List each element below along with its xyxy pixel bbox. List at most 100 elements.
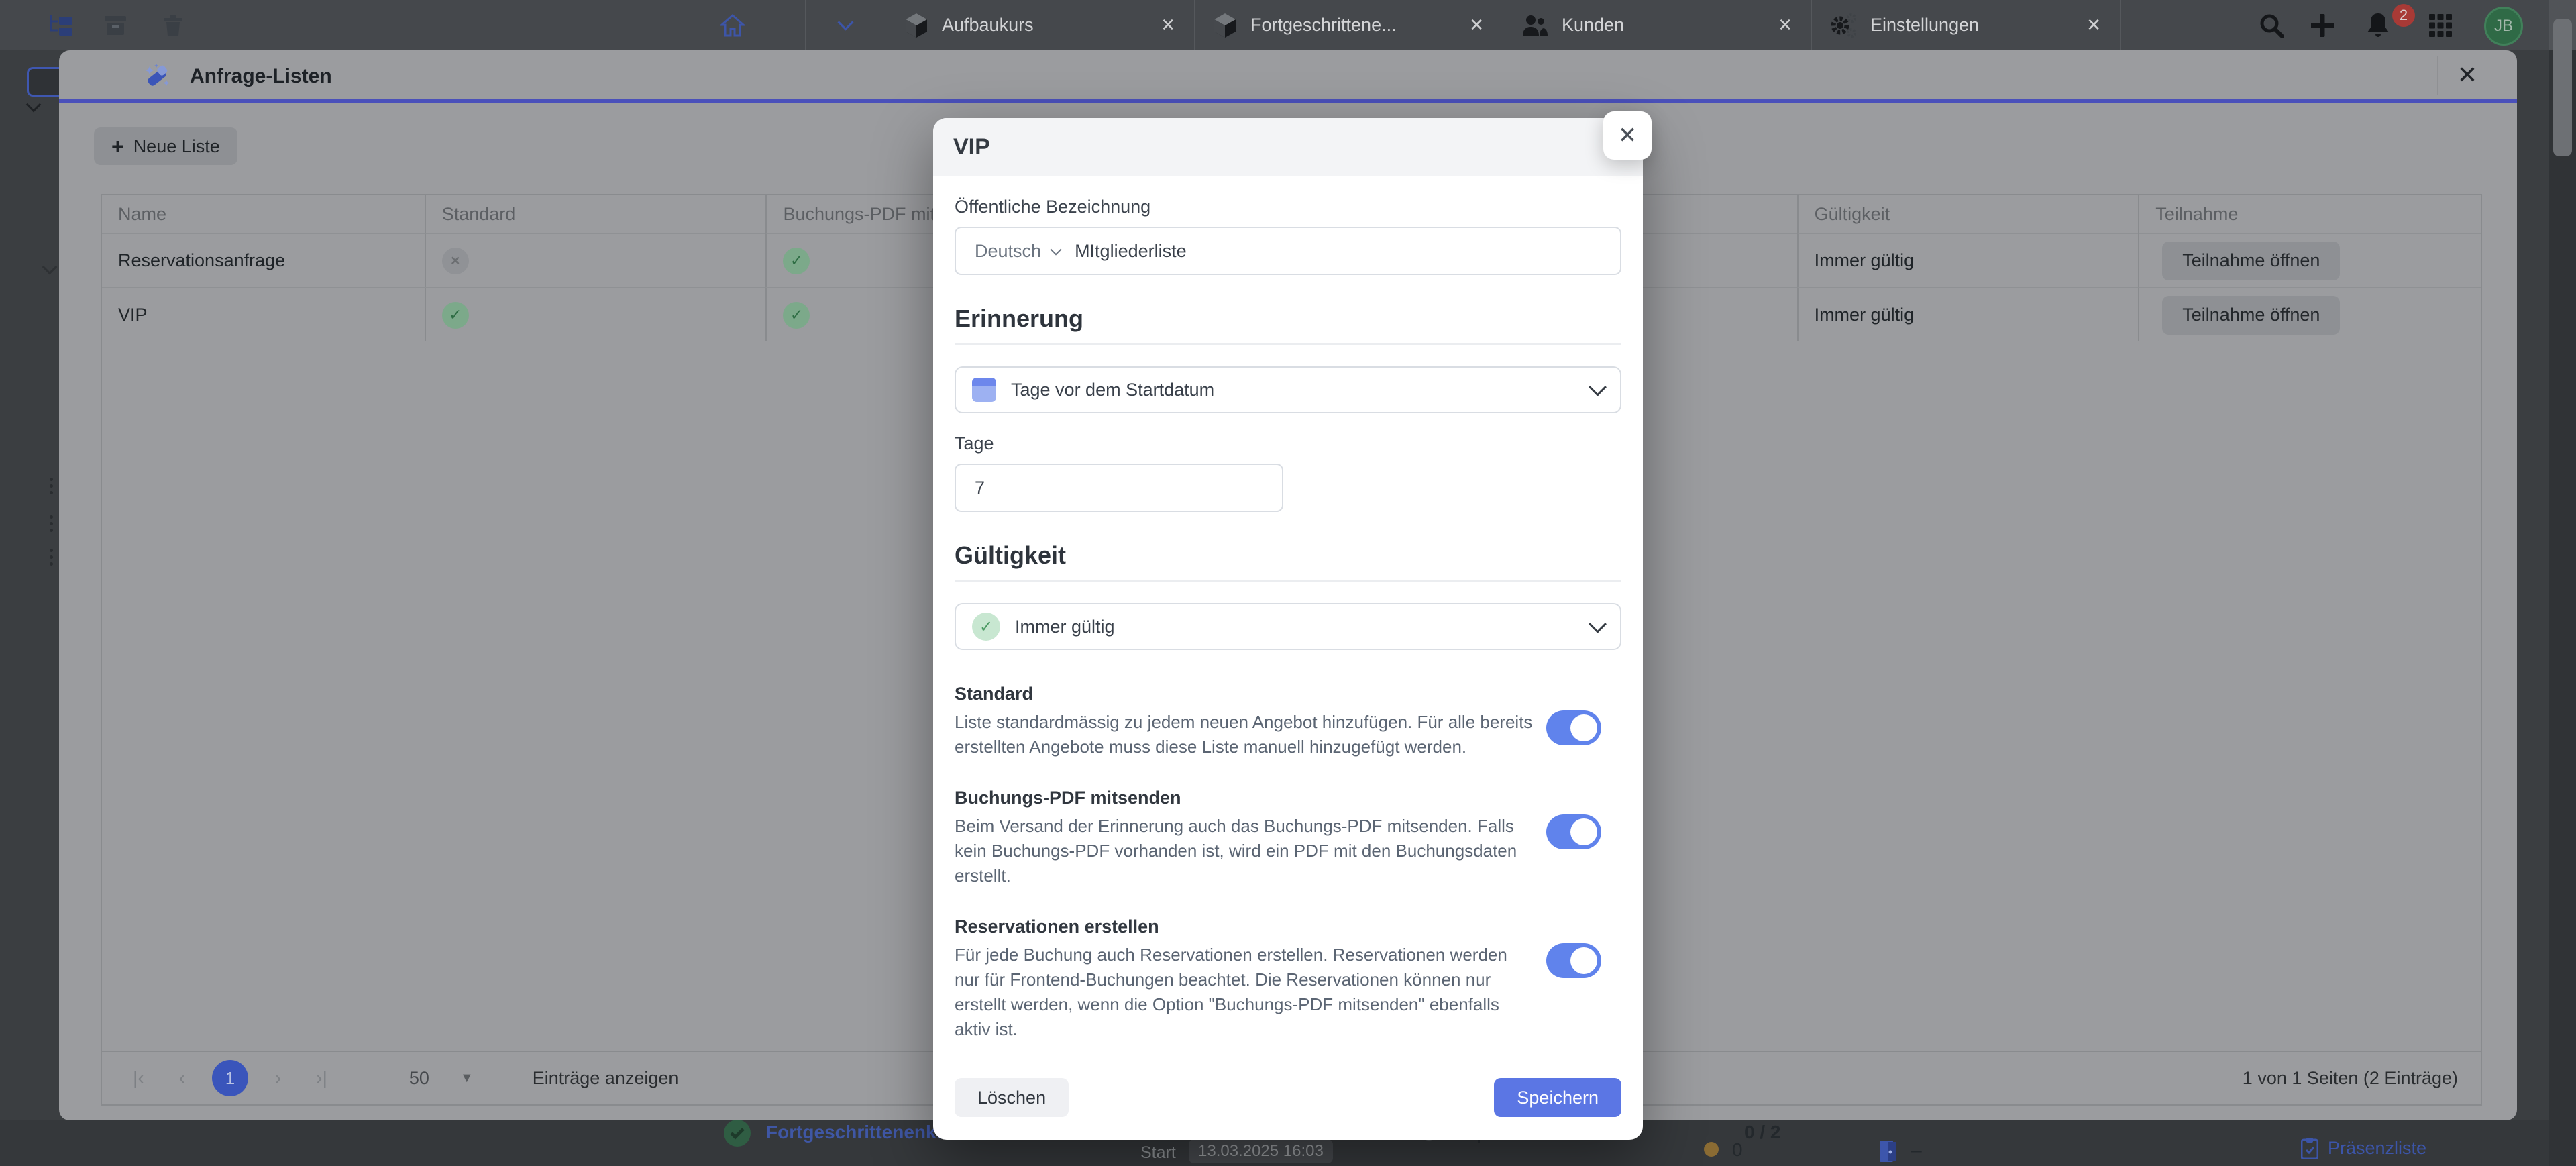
column-header-name[interactable]: Name [102,195,425,233]
search-icon[interactable] [2254,0,2289,50]
dialog-title: VIP [933,118,1643,176]
last-page-icon[interactable]: ›| [316,1067,327,1089]
check-circle-icon: ✓ [783,248,810,274]
first-page-icon[interactable]: |‹ [133,1067,144,1089]
reservation-label: Reservationen erstellen [955,916,1534,937]
tab-label: Fortgeschrittene... [1250,15,1456,36]
topbar-separator [2120,0,2121,50]
medal-count: 0 [1732,1139,1743,1161]
cell-name: VIP [102,287,425,341]
medal-icon [1704,1142,1719,1157]
background-chevron-down-icon [26,97,42,113]
dialog-close-button[interactable]: ✕ [1603,111,1652,160]
tab-fortgeschrittene[interactable]: Fortgeschrittene... ✕ [1194,0,1503,50]
start-value: 13.03.2025 16:03 [1189,1139,1333,1163]
people-icon [1521,14,1548,37]
home-icon[interactable] [716,0,749,50]
caret-down-icon[interactable]: ▼ [460,1071,474,1086]
chevron-down-icon [1589,615,1607,633]
trash-icon[interactable] [157,0,189,50]
x-circle-icon: × [442,248,469,274]
tab-label: Einstellungen [1870,15,2073,36]
tab-close-icon[interactable]: ✕ [2086,15,2101,36]
check-circle-icon: ✓ [972,613,1000,641]
tab-aufbaukurs[interactable]: Aufbaukurs ✕ [885,0,1194,50]
attendance-link[interactable]: Präsenzliste [2328,1138,2426,1159]
column-header-gueltigkeit[interactable]: Gültigkeit [1797,195,2139,233]
check-circle-icon: ✓ [783,302,810,329]
check-circle-icon: ✓ [442,302,469,329]
modal-header: Anfrage-Listen ✕ [59,50,2517,103]
open-participation-button[interactable]: Teilnahme öffnen [2162,296,2340,335]
top-app-bar: Aufbaukurs ✕ Fortgeschrittene... ✕ Kunde… [0,0,2576,50]
next-page-icon[interactable]: › [275,1067,281,1089]
cell-standard: × [425,233,766,287]
tab-einstellungen[interactable]: Einstellungen ✕ [1811,0,2120,50]
notification-badge: 2 [2392,4,2415,27]
column-header-standard[interactable]: Standard [425,195,766,233]
page-scrollbar-track[interactable] [2549,50,2576,1166]
tab-close-icon[interactable]: ✕ [1469,15,1484,36]
pdf-toggle[interactable] [1546,814,1601,849]
validity-heading: Gültigkeit [955,541,1621,570]
pagination-summary: 1 von 1 Seiten (2 Einträge) [2243,1068,2458,1089]
apps-grid-icon[interactable] [2423,0,2458,50]
open-participation-button[interactable]: Teilnahme öffnen [2162,242,2340,280]
prev-page-icon[interactable]: ‹ [179,1067,185,1089]
chevron-down-icon [1051,244,1062,256]
cube-icon [1213,13,1237,38]
capacity-ratio: 0 / 2 [1744,1122,1780,1143]
scrollbar-thumb[interactable] [2553,19,2572,156]
reminder-select[interactable]: Tage vor dem Startdatum [955,366,1621,413]
background-list-marker [50,549,53,552]
folder-tree-icon[interactable] [46,0,78,50]
delete-button[interactable]: Löschen [955,1078,1069,1117]
background-list-marker [50,478,53,481]
validity-select[interactable]: ✓ Immer gültig [955,603,1621,650]
header-separator [2437,56,2438,95]
reservation-toggle-row: Reservationen erstellen Für jede Buchung… [955,916,1621,1042]
dialog-body: Öffentliche Bezeichnung Deutsch Erinneru… [933,176,1643,1140]
public-name-field: Deutsch [955,227,1621,275]
reservation-toggle[interactable] [1546,943,1601,978]
app-root: { "topbar": { "tabs": [ {"label": "Aufba… [0,0,2576,1166]
vip-dialog: ✕ VIP Öffentliche Bezeichnung Deutsch Er… [933,118,1643,1140]
cell-name: Reservationsanfrage [102,233,425,287]
page-size-select[interactable]: 50 [409,1068,429,1089]
cell-action: Teilnahme öffnen [2138,233,2481,287]
cube-icon [904,13,928,38]
door-icon[interactable] [1878,1139,1898,1162]
course-status-icon [723,1119,751,1147]
background-list-marker [50,515,53,519]
chevron-down-icon[interactable] [829,0,861,50]
archive-box-icon[interactable] [99,0,131,50]
gears-icon [1830,13,1857,38]
tab-kunden[interactable]: Kunden ✕ [1503,0,1811,50]
public-name-label: Öffentliche Bezeichnung [955,197,1621,217]
public-name-input[interactable] [1073,240,1601,262]
standard-toggle-row: Standard Liste standardmässig zu jedem n… [955,684,1621,759]
column-header-teilnahme[interactable]: Teilnahme [2138,195,2481,233]
days-input[interactable] [955,464,1283,512]
cell-action: Teilnahme öffnen [2138,287,2481,341]
avatar[interactable]: JB [2484,7,2523,46]
bell-icon[interactable] [2361,0,2396,50]
new-list-button[interactable]: + Neue Liste [94,127,237,165]
plus-icon: + [111,134,124,159]
topbar-separator [805,0,806,50]
save-button[interactable]: Speichern [1494,1078,1621,1117]
tab-label: Kunden [1562,15,1764,36]
language-select[interactable]: Deutsch [975,241,1041,262]
current-page-button[interactable]: 1 [212,1060,248,1096]
days-label: Tage [955,433,1621,454]
tab-close-icon[interactable]: ✕ [1778,15,1792,36]
plus-icon[interactable] [2305,0,2340,50]
standard-label: Standard [955,684,1534,704]
clipboard-check-icon [2301,1138,2318,1159]
pdf-label: Buchungs-PDF mitsenden [955,788,1534,808]
tab-close-icon[interactable]: ✕ [1161,15,1175,36]
divider [955,580,1621,582]
modal-close-button[interactable]: ✕ [2447,60,2487,91]
standard-toggle[interactable] [1546,710,1601,745]
cell-standard: ✓ [425,287,766,341]
